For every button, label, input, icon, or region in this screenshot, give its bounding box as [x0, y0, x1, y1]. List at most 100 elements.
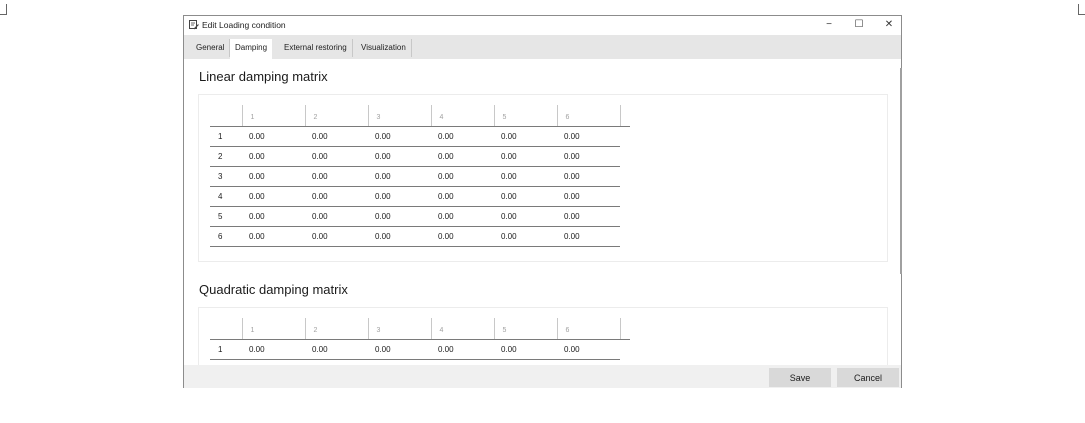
matrix-cell[interactable]: 0.00 [431, 146, 494, 167]
table-row: 2 0.00 0.00 0.00 0.00 0.00 0.00 [210, 146, 630, 167]
tab-external-restoring[interactable]: External restoring [279, 39, 353, 57]
matrix-cell[interactable]: 0.00 [494, 186, 557, 207]
matrix-cell[interactable]: 0.00 [431, 166, 494, 187]
maximize-icon[interactable]: ☐ [852, 19, 866, 31]
cancel-button[interactable]: Cancel [837, 368, 899, 387]
matrix-cell[interactable]: 0.00 [494, 206, 557, 227]
matrix-cell[interactable]: 0.00 [368, 146, 431, 167]
matrix-cell[interactable]: 0.00 [494, 146, 557, 167]
tab-general[interactable]: General [191, 39, 231, 57]
matrix-cell[interactable]: 0.00 [494, 166, 557, 187]
tab-visualization[interactable]: Visualization [356, 39, 412, 57]
column-header[interactable]: 2 [304, 318, 368, 340]
row-spacer [620, 206, 630, 226]
matrix-cell[interactable]: 0.00 [368, 339, 431, 360]
table-row: 1 0.00 0.00 0.00 0.00 0.00 0.00 [210, 126, 630, 147]
matrix-cell[interactable]: 0.00 [431, 226, 494, 247]
save-button[interactable]: Save [769, 368, 831, 387]
matrix-cell[interactable]: 0.00 [494, 226, 557, 247]
row-spacer [620, 186, 630, 206]
column-header[interactable]: 5 [493, 105, 557, 127]
matrix-cell[interactable]: 0.00 [242, 126, 305, 147]
title-bar[interactable]: Edit Loading condition − ☐ ✕ [184, 16, 901, 35]
linear-damping-matrix: 1 2 3 4 5 6 1 0.00 0.00 0.00 0.00 0.00 0.00 2 0.00 0.00… [210, 105, 630, 247]
matrix-cell[interactable]: 0.00 [557, 146, 620, 167]
matrix-cell[interactable]: 0.00 [494, 126, 557, 147]
matrix-cell[interactable]: 0.00 [557, 166, 620, 187]
column-header[interactable]: 4 [430, 318, 494, 340]
row-label: 2 [210, 146, 242, 167]
row-spacer [620, 339, 630, 359]
matrix-cell[interactable]: 0.00 [368, 226, 431, 247]
vertical-scrollbar[interactable] [900, 68, 902, 274]
column-header[interactable]: 2 [304, 105, 368, 127]
dialog-footer: Save Cancel [184, 365, 901, 388]
matrix-cell[interactable]: 0.00 [368, 166, 431, 187]
column-header[interactable]: 3 [367, 105, 431, 127]
matrix-cell[interactable]: 0.00 [557, 339, 620, 360]
window-title: Edit Loading condition [202, 20, 286, 30]
matrix-cell[interactable]: 0.00 [368, 206, 431, 227]
matrix-cell[interactable]: 0.00 [305, 146, 368, 167]
tab-bar: General Damping External restoring Visua… [184, 35, 901, 59]
matrix-cell[interactable]: 0.00 [557, 226, 620, 247]
column-header[interactable]: 6 [556, 318, 620, 340]
matrix-cell[interactable]: 0.00 [557, 186, 620, 207]
close-icon[interactable]: ✕ [882, 19, 896, 31]
row-label: 5 [210, 206, 242, 227]
column-header[interactable]: 1 [241, 105, 305, 127]
quadratic-damping-matrix: 1 2 3 4 5 6 1 0.00 0.00 0.00 0.00 0.00 0.00 [210, 318, 630, 360]
matrix-cell[interactable]: 0.00 [305, 126, 368, 147]
row-spacer [620, 146, 630, 166]
matrix-cell[interactable]: 0.00 [242, 146, 305, 167]
linear-damping-panel: 1 2 3 4 5 6 1 0.00 0.00 0.00 0.00 0.00 0.00 2 0.00 0.00… [198, 94, 888, 262]
column-header[interactable]: 3 [367, 318, 431, 340]
column-header[interactable]: 4 [430, 105, 494, 127]
matrix-cell[interactable]: 0.00 [242, 166, 305, 187]
quadratic-damping-panel: 1 2 3 4 5 6 1 0.00 0.00 0.00 0.00 0.00 0.00 [198, 307, 888, 365]
matrix-corner-header [210, 105, 242, 127]
matrix-cell[interactable]: 0.00 [305, 166, 368, 187]
column-header[interactable]: 6 [556, 105, 620, 127]
matrix-cell[interactable]: 0.00 [494, 339, 557, 360]
matrix-cell[interactable]: 0.00 [368, 186, 431, 207]
matrix-cell[interactable]: 0.00 [431, 126, 494, 147]
matrix-cell[interactable]: 0.00 [368, 126, 431, 147]
screen-corner-mark-right [1078, 4, 1085, 15]
tab-damping[interactable]: Damping [230, 39, 273, 59]
matrix-cell[interactable]: 0.00 [305, 339, 368, 360]
row-label: 3 [210, 166, 242, 187]
column-header[interactable]: 1 [241, 318, 305, 340]
table-row: 4 0.00 0.00 0.00 0.00 0.00 0.00 [210, 186, 630, 207]
matrix-cell[interactable]: 0.00 [431, 339, 494, 360]
matrix-cell[interactable]: 0.00 [242, 206, 305, 227]
matrix-cell[interactable]: 0.00 [305, 186, 368, 207]
matrix-cell[interactable]: 0.00 [431, 206, 494, 227]
column-header[interactable]: 5 [493, 318, 557, 340]
minimize-icon[interactable]: − [822, 19, 836, 31]
matrix-header-row: 123456 [210, 318, 630, 340]
matrix-header-row: 123456 [210, 105, 630, 127]
quadratic-damping-title: Quadratic damping matrix [199, 282, 348, 297]
row-label: 1 [210, 339, 242, 360]
column-header-spacer [619, 105, 630, 127]
edit-form-icon [189, 20, 199, 30]
table-row: 1 0.00 0.00 0.00 0.00 0.00 0.00 [210, 339, 630, 360]
row-spacer [620, 166, 630, 186]
matrix-cell[interactable]: 0.00 [431, 186, 494, 207]
matrix-cell[interactable]: 0.00 [557, 126, 620, 147]
damping-content: Linear damping matrix 1 2 3 4 5 6 1 0.00 0.00 0.0… [184, 59, 901, 365]
table-row: 6 0.00 0.00 0.00 0.00 0.00 0.00 [210, 226, 630, 247]
screen-corner-mark-left [0, 4, 7, 15]
matrix-corner-header [210, 318, 242, 340]
matrix-cell[interactable]: 0.00 [242, 339, 305, 360]
row-spacer [620, 126, 630, 146]
matrix-cell[interactable]: 0.00 [305, 206, 368, 227]
matrix-cell[interactable]: 0.00 [557, 206, 620, 227]
matrix-cell[interactable]: 0.00 [242, 226, 305, 247]
linear-damping-title: Linear damping matrix [199, 69, 328, 84]
matrix-cell[interactable]: 0.00 [305, 226, 368, 247]
row-label: 4 [210, 186, 242, 207]
column-header-spacer [619, 318, 630, 340]
matrix-cell[interactable]: 0.00 [242, 186, 305, 207]
